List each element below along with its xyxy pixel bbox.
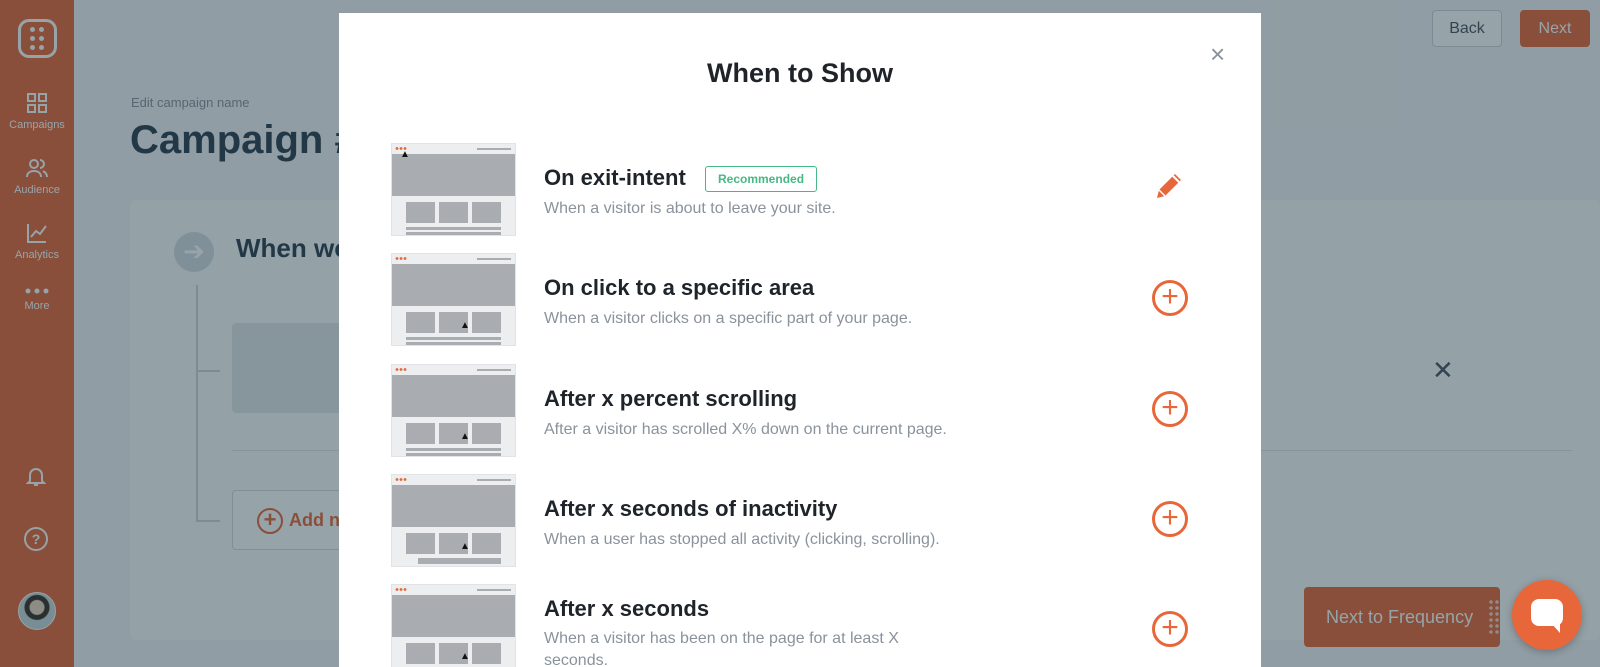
add-option-button[interactable]: + <box>1152 611 1188 647</box>
cursor-icon: ▲ <box>460 541 470 552</box>
pencil-icon[interactable] <box>1151 168 1187 204</box>
scrolling-thumbnail: ▲ <box>391 364 516 457</box>
click-area-thumbnail: ▲ <box>391 253 516 346</box>
add-option-button[interactable]: + <box>1152 501 1188 537</box>
option-description: When a user has stopped all activity (cl… <box>544 531 940 548</box>
option-exit-intent[interactable]: ▲ On exit-intent Recommended When a visi… <box>391 143 1211 238</box>
chat-bubble-icon <box>1531 599 1563 633</box>
after-seconds-thumbnail: ▲ <box>391 584 516 667</box>
option-description: When a visitor is about to leave your si… <box>544 200 836 217</box>
add-option-button[interactable]: + <box>1152 280 1188 316</box>
option-title: After x seconds <box>544 596 710 621</box>
option-title: On exit-intent <box>544 165 686 190</box>
exit-intent-thumbnail: ▲ <box>391 143 516 236</box>
modal-title: When to Show <box>707 58 893 88</box>
option-inactivity[interactable]: ▲ After x seconds of inactivity When a u… <box>391 474 1211 569</box>
option-title: On click to a specific area <box>544 275 815 300</box>
inactivity-thumbnail: ▲ <box>391 474 516 567</box>
recommended-badge: Recommended <box>705 166 818 192</box>
add-option-button[interactable]: + <box>1152 391 1188 427</box>
option-description: When a visitor has been on the page for … <box>544 630 899 667</box>
option-title: After x seconds of inactivity <box>544 496 838 521</box>
option-click-specific-area[interactable]: ▲ On click to a specific area When a vis… <box>391 253 1211 348</box>
cursor-icon: ▲ <box>460 320 470 331</box>
cursor-icon: ▲ <box>460 651 470 662</box>
cursor-icon: ▲ <box>460 431 470 442</box>
option-percent-scrolling[interactable]: ▲ After x percent scrolling After a visi… <box>391 364 1211 459</box>
option-description: After a visitor has scrolled X% down on … <box>544 421 947 438</box>
chat-button[interactable] <box>1512 580 1582 650</box>
close-icon[interactable]: × <box>1210 39 1225 70</box>
cursor-icon: ▲ <box>400 149 410 160</box>
when-to-show-modal: When to Show × ▲ On exit-intent Recommen… <box>339 13 1261 667</box>
option-description: When a visitor clicks on a specific part… <box>544 310 913 327</box>
option-after-seconds[interactable]: ▲ After x seconds When a visitor has bee… <box>391 584 1211 667</box>
option-title: After x percent scrolling <box>544 386 798 411</box>
